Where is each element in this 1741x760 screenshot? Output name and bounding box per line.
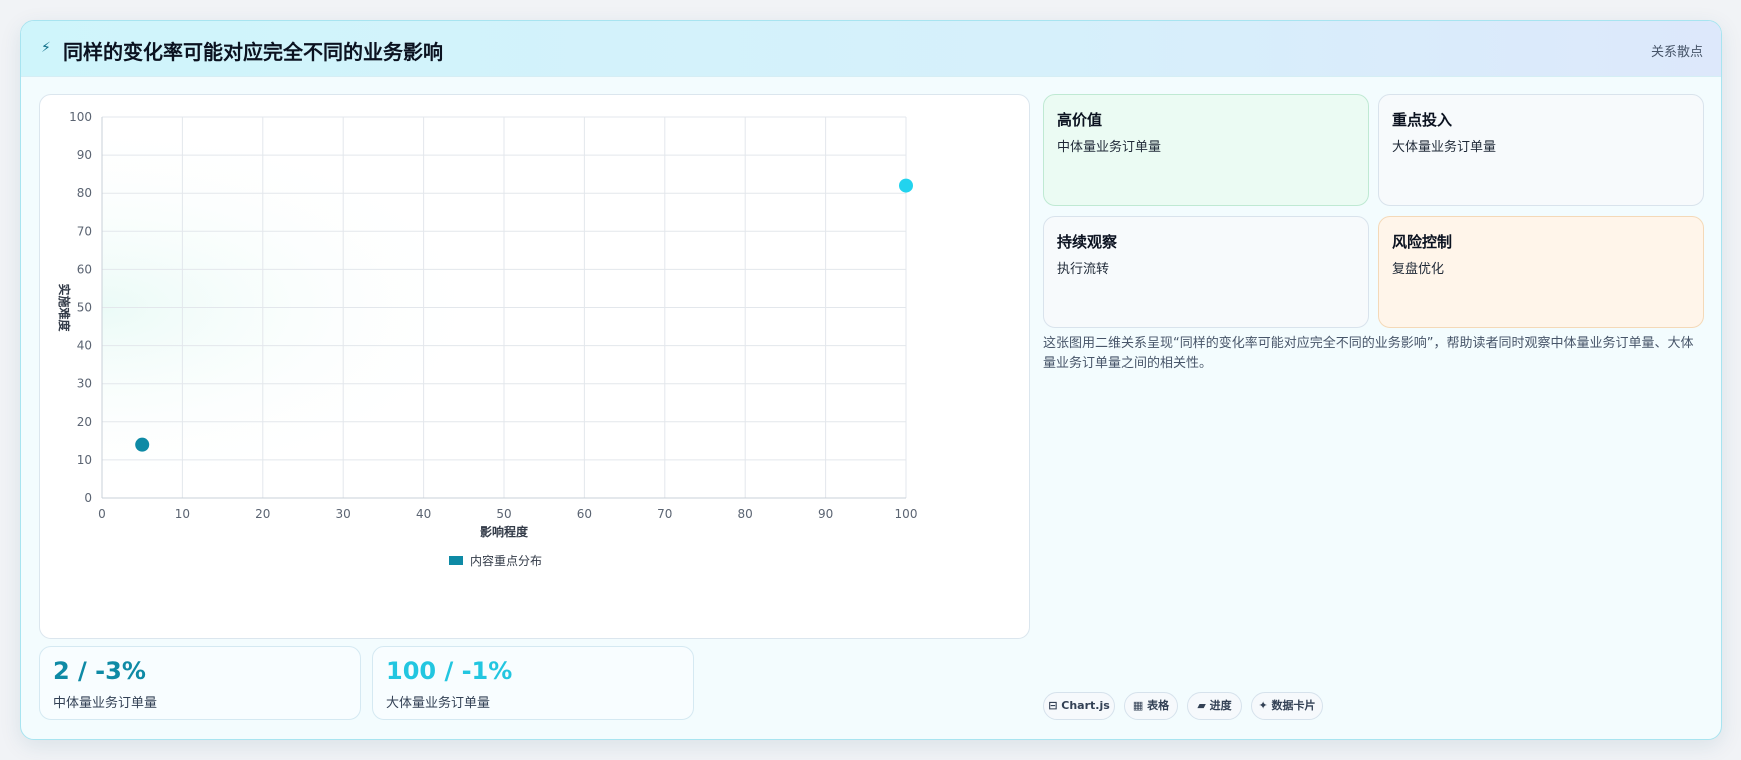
pill-progress[interactable]: ▰ 进度 [1187, 692, 1242, 720]
quadrant-subtitle: 复盘优化 [1392, 262, 1445, 277]
pill-data-card[interactable]: ✦ 数据卡片 [1251, 692, 1323, 720]
x-tick-label: 70 [657, 507, 672, 521]
legend-label: 内容重点分布 [470, 553, 542, 568]
y-axis-title: 实施难度 [57, 283, 72, 332]
y-tick-label: 0 [84, 491, 92, 505]
quadrant-title: 持续观察 [1057, 233, 1118, 251]
card-header: ⚡︎ 同样的变化率可能对应完全不同的业务影响 关系散点 [21, 21, 1721, 77]
stat-card-mid: 2 / -3% 中体量业务订单量 [39, 646, 361, 720]
x-axis-title: 影响程度 [480, 524, 529, 539]
quadrant-risk-control: 风险控制 复盘优化 [1378, 216, 1704, 328]
y-tick-label: 50 [77, 301, 92, 315]
stat-value: 2 / -3% [53, 657, 146, 685]
legend-swatch [449, 556, 463, 565]
sparkle-icon: ✦ [1258, 699, 1268, 712]
progress-icon: ▰ [1197, 699, 1206, 712]
x-tick-label: 10 [175, 507, 190, 521]
chart-description: 这张图用二维关系呈现“同样的变化率可能对应完全不同的业务影响”，帮助读者同时观察… [1043, 336, 1694, 371]
chart-type-tag: 关系散点 [1650, 45, 1703, 60]
quadrant-subtitle: 中体量业务订单量 [1057, 140, 1162, 155]
x-tick-label: 100 [895, 507, 918, 521]
x-tick-label: 20 [255, 507, 270, 521]
scatter-chart: 0 10 20 30 40 50 60 70 80 90 100 0 10 20 30 40 50 60 70 80 9… [39, 94, 1030, 639]
quadrant-subtitle: 执行流转 [1057, 262, 1110, 277]
x-tick-label: 50 [496, 507, 511, 521]
pill-label: 进度 [1209, 699, 1232, 712]
x-tick-label: 80 [738, 507, 753, 521]
x-tick-label: 30 [336, 507, 351, 521]
pill-label: Chart.js [1061, 699, 1110, 712]
table-icon: ▦ [1132, 699, 1144, 712]
y-tick-label: 40 [77, 339, 92, 353]
data-point [899, 178, 913, 193]
pill-label: 数据卡片 [1271, 699, 1316, 712]
stat-label: 大体量业务订单量 [386, 696, 491, 711]
pill-chartjs[interactable]: ⊟ Chart.js [1043, 692, 1115, 720]
quadrant-title: 重点投入 [1392, 111, 1453, 129]
x-tick-label: 90 [818, 507, 833, 521]
card-title: 同样的变化率可能对应完全不同的业务影响 [63, 40, 443, 64]
y-tick-label: 60 [77, 262, 92, 276]
quadrant-title: 高价值 [1057, 111, 1103, 129]
y-tick-label: 20 [77, 415, 92, 429]
quadrant-title: 风险控制 [1392, 233, 1453, 251]
y-tick-label: 10 [77, 453, 92, 467]
stat-value: 100 / -1% [386, 657, 513, 685]
y-tick-label: 90 [77, 148, 92, 162]
stat-label: 中体量业务订单量 [53, 696, 158, 711]
x-tick-label: 60 [577, 507, 592, 521]
y-tick-label: 30 [77, 377, 92, 391]
data-point [135, 437, 150, 452]
chart-card: ⚡︎ 同样的变化率可能对应完全不同的业务影响 关系散点 0 10 20 30 40 50 6… [20, 20, 1722, 740]
quadrant-key-investment: 重点投入 大体量业务订单量 [1378, 94, 1704, 206]
x-tick-label: 0 [98, 507, 106, 521]
pill-table[interactable]: ▦ 表格 [1124, 692, 1178, 720]
pill-label: 表格 [1147, 699, 1170, 712]
y-tick-label: 70 [77, 224, 92, 238]
quadrant-high-value: 高价值 中体量业务订单量 [1043, 94, 1369, 206]
quadrant-subtitle: 大体量业务订单量 [1392, 140, 1497, 155]
y-tick-label: 80 [77, 186, 92, 200]
scatter-plot-svg: 0 10 20 30 40 50 60 70 80 90 100 0 10 20 30 40 50 60 70 80 9… [57, 110, 918, 568]
stat-card-large: 100 / -1% 大体量业务订单量 [372, 646, 694, 720]
bolt-icon: ⚡︎ [41, 40, 51, 56]
x-tick-label: 40 [416, 507, 431, 521]
chart-icon: ⊟ [1048, 699, 1058, 712]
y-tick-label: 100 [69, 110, 92, 124]
quadrant-observe: 持续观察 执行流转 [1043, 216, 1369, 328]
